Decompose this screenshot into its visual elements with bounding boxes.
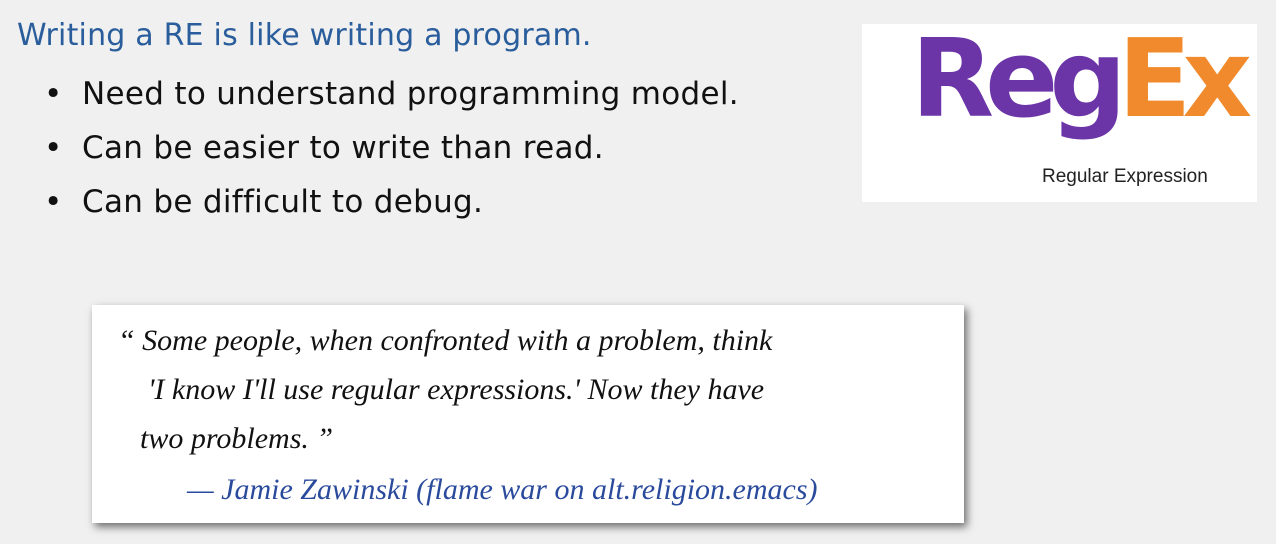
logo-reg-text: Reg [911,17,1127,142]
logo-wordmark: RegEx [911,26,1252,134]
bullet-item: • Can be difficult to debug. [44,178,739,232]
regex-logo: RegEx Regular Expression [862,24,1257,202]
bullet-text: Need to understand programming model. [82,76,739,112]
quote-line-2: 'I know I'll use regular expressions.' N… [148,373,765,406]
bullet-item: • Need to understand programming model. [44,70,739,124]
quote-line-3: two problems. ” [140,422,334,455]
bullet-text: Can be easier to write than read. [82,130,604,166]
logo-subtitle: Regular Expression [1042,166,1208,187]
bullet-dot-icon: • [44,130,63,166]
bullet-text: Can be difficult to debug. [82,184,484,220]
bullet-dot-icon: • [44,184,63,220]
quote-attribution: — Jamie Zawinski (flame war on alt.relig… [187,473,818,506]
logo-ex-text: Ex [1117,17,1252,142]
bullet-list: • Need to understand programming model. •… [44,70,739,232]
bullet-item: • Can be easier to write than read. [44,124,739,178]
quote-line-1: “ Some people, when confronted with a pr… [118,324,773,357]
slide-heading: Writing a RE is like writing a program. [17,18,592,53]
quote-box: “ Some people, when confronted with a pr… [92,305,964,523]
bullet-dot-icon: • [44,76,63,112]
